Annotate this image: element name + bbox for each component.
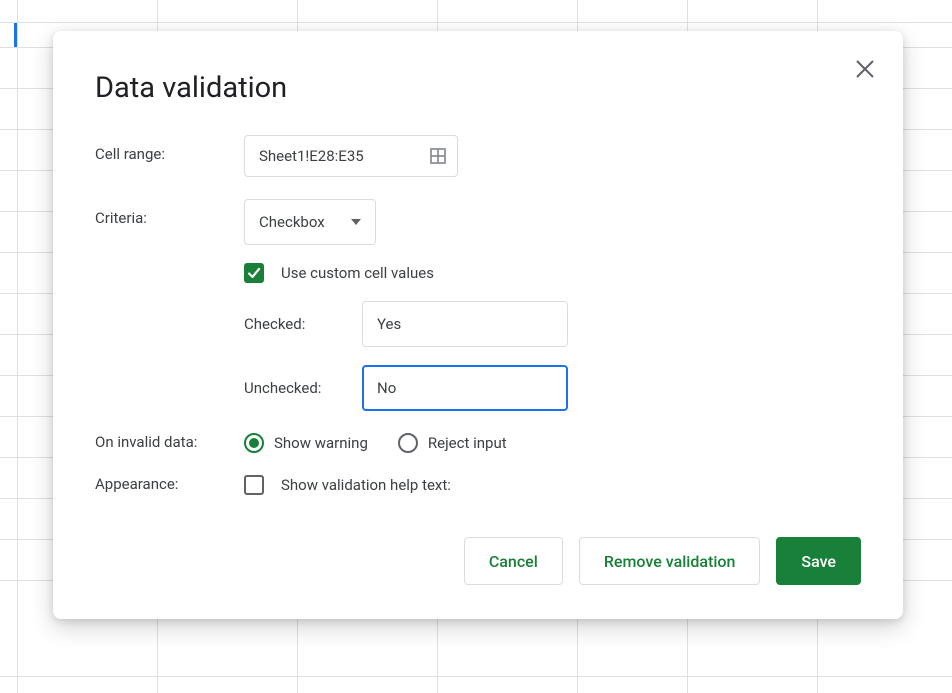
cancel-button[interactable]: Cancel xyxy=(464,537,563,585)
radio-icon xyxy=(398,433,418,453)
cell-range-input[interactable]: Sheet1!E28:E35 xyxy=(244,135,458,177)
close-icon xyxy=(856,60,874,78)
show-help-text-label: Show validation help text: xyxy=(281,476,451,494)
cell-range-row: Cell range: Sheet1!E28:E35 xyxy=(95,135,861,177)
checked-input[interactable] xyxy=(362,301,568,347)
radio-reject-input[interactable]: Reject input xyxy=(398,433,507,453)
criteria-value: Checkbox xyxy=(259,213,343,231)
radio-show-warning-label: Show warning xyxy=(274,434,368,452)
data-validation-dialog: Data validation Cell range: Sheet1!E28:E… xyxy=(53,31,903,619)
on-invalid-row: On invalid data: Show warning Reject inp… xyxy=(95,433,861,453)
criteria-select[interactable]: Checkbox xyxy=(244,199,376,245)
cell-range-value: Sheet1!E28:E35 xyxy=(259,147,419,165)
close-button[interactable] xyxy=(849,53,881,85)
appearance-option: Show validation help text: xyxy=(244,475,451,495)
criteria-row: Criteria: Checkbox Use custom cell value… xyxy=(95,199,861,411)
on-invalid-label: On invalid data: xyxy=(95,433,244,451)
show-help-text-checkbox[interactable] xyxy=(244,475,264,495)
check-icon xyxy=(247,266,261,280)
radio-show-warning[interactable]: Show warning xyxy=(244,433,368,453)
chevron-down-icon xyxy=(351,219,361,225)
dialog-buttons: Cancel Remove validation Save xyxy=(95,537,861,585)
save-button[interactable]: Save xyxy=(776,537,861,585)
unchecked-input[interactable] xyxy=(362,365,568,411)
checked-label: Checked: xyxy=(244,315,362,333)
use-custom-values-row: Use custom cell values xyxy=(244,263,861,283)
appearance-row: Appearance: Show validation help text: xyxy=(95,475,861,495)
appearance-label: Appearance: xyxy=(95,475,244,493)
dialog-title: Data validation xyxy=(95,71,861,105)
criteria-label: Criteria: xyxy=(95,199,244,227)
checked-value-row: Checked: xyxy=(244,301,861,347)
use-custom-values-label: Use custom cell values xyxy=(281,264,434,282)
use-custom-values-checkbox[interactable] xyxy=(244,263,264,283)
unchecked-value-row: Unchecked: xyxy=(244,365,861,411)
radio-reject-input-label: Reject input xyxy=(428,434,507,452)
cell-range-label: Cell range: xyxy=(95,135,244,163)
unchecked-label: Unchecked: xyxy=(244,379,362,397)
grid-icon xyxy=(429,147,447,165)
on-invalid-options: Show warning Reject input xyxy=(244,433,507,453)
radio-icon xyxy=(244,433,264,453)
remove-validation-button[interactable]: Remove validation xyxy=(579,537,761,585)
